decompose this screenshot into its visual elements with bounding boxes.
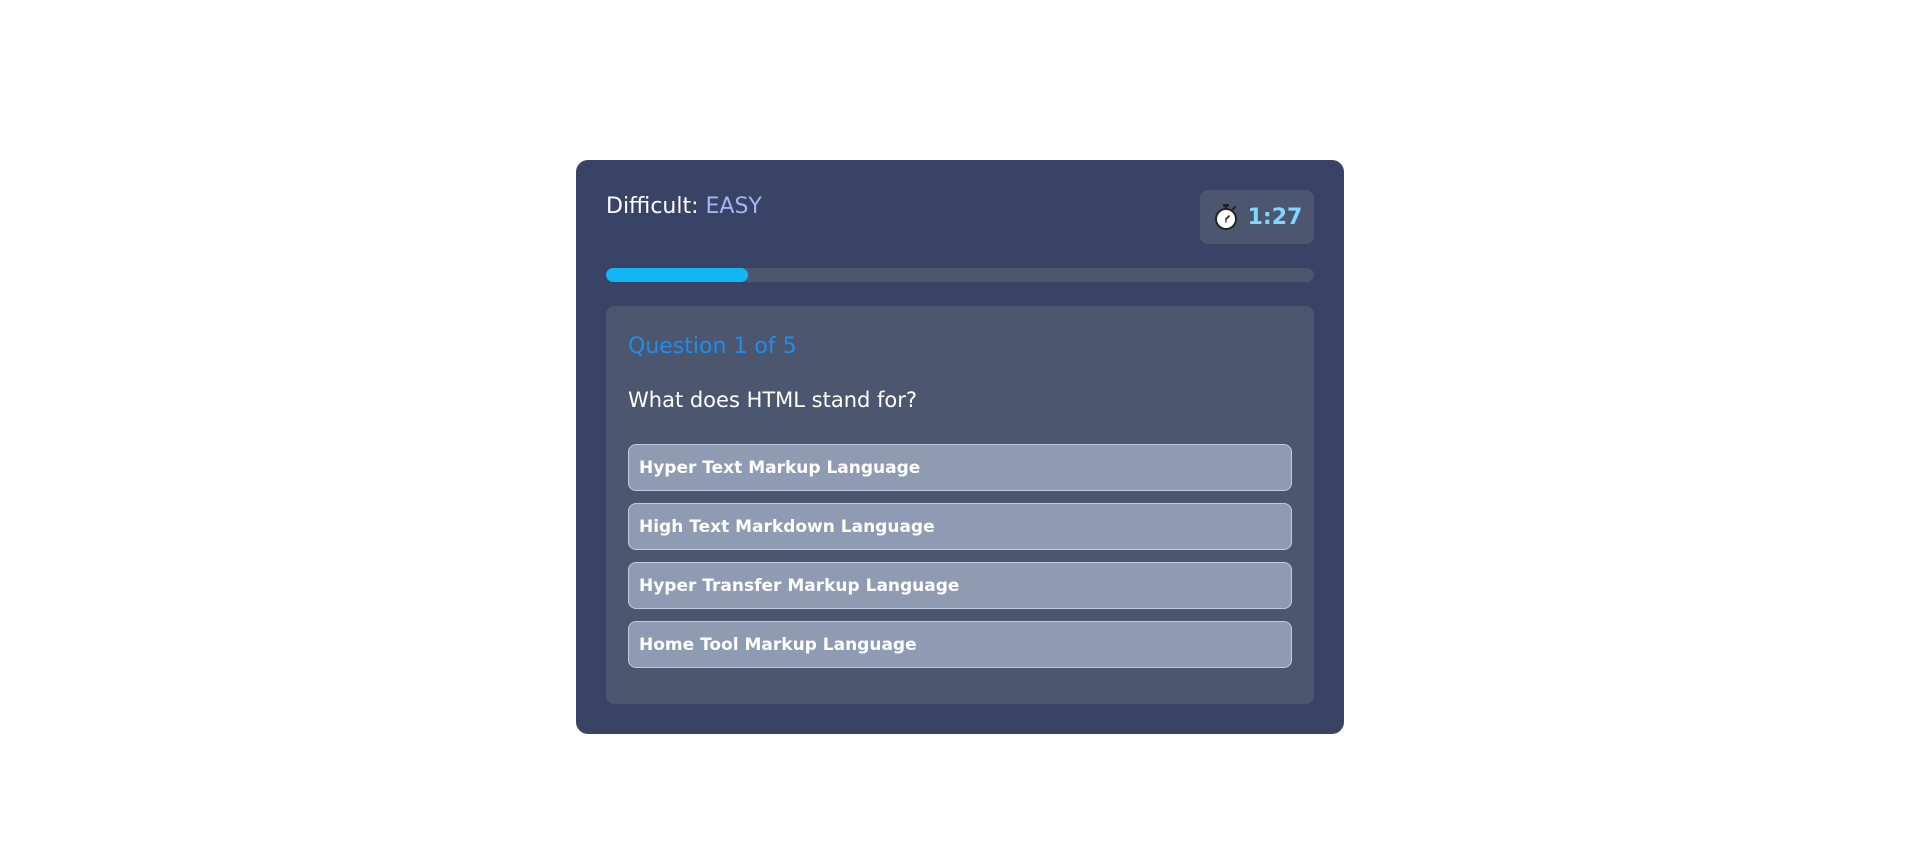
quiz-card: Difficult: EASY 1:27 Question 1 of 5 Wha… — [576, 160, 1344, 734]
question-panel: Question 1 of 5 What does HTML stand for… — [606, 306, 1314, 704]
progress-bar — [606, 268, 1314, 282]
question-text: What does HTML stand for? — [628, 388, 918, 412]
difficulty-value: EASY — [705, 194, 762, 219]
timer: 1:27 — [1200, 190, 1314, 244]
difficulty-indicator: Difficult: EASY — [606, 194, 762, 219]
stopwatch-icon — [1214, 204, 1237, 230]
difficulty-label: Difficult: — [606, 194, 706, 219]
progress-fill — [606, 268, 748, 282]
timer-value: 1:27 — [1247, 204, 1303, 230]
answer-options: Hyper Text Markup Language High Text Mar… — [628, 444, 1292, 680]
answer-option[interactable]: Hyper Text Markup Language — [628, 444, 1292, 491]
answer-option[interactable]: High Text Markdown Language — [628, 503, 1292, 550]
answer-option[interactable]: Hyper Transfer Markup Language — [628, 562, 1292, 609]
question-counter: Question 1 of 5 — [628, 334, 797, 359]
answer-option[interactable]: Home Tool Markup Language — [628, 621, 1292, 668]
